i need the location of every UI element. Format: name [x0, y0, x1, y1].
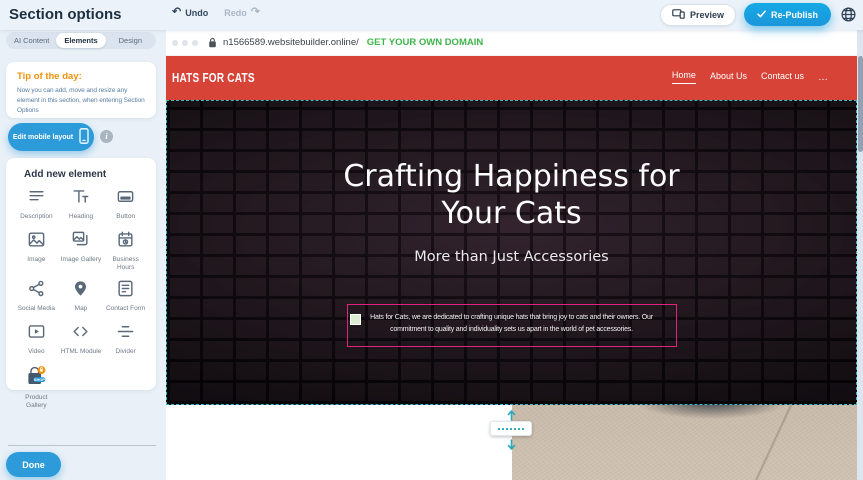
image-icon	[27, 230, 46, 254]
heading-icon	[71, 187, 90, 211]
add-element-panel: Add new element Description Heading Butt…	[6, 158, 156, 390]
lock-icon	[208, 37, 217, 48]
topbar: Section options ↶ Undo Redo ↷ Preview	[0, 0, 863, 30]
nav-home[interactable]: Home	[672, 70, 696, 84]
republish-button[interactable]: Re-Publish	[744, 3, 831, 26]
element-business-hours[interactable]: Business Hours	[103, 230, 148, 273]
button-icon	[116, 187, 135, 211]
site-header[interactable]: HATS FOR CATS Home About Us Contact us …	[166, 56, 857, 100]
contact-form-icon	[116, 279, 135, 303]
resize-arrow-up-icon	[507, 408, 516, 419]
element-contact-form[interactable]: Contact Form	[103, 279, 148, 316]
url-text[interactable]: n1566589.websitebuilder.online/	[223, 37, 359, 48]
element-html-module[interactable]: HTML Module	[59, 322, 104, 359]
map-pin-icon	[71, 279, 90, 303]
undo-button[interactable]: ↶ Undo	[172, 7, 208, 18]
language-globe-button[interactable]	[839, 6, 857, 24]
phone-icon	[79, 128, 89, 146]
tab-design[interactable]: Design	[106, 33, 155, 48]
topbar-actions: Preview Re-Publish	[660, 3, 857, 26]
element-map[interactable]: Map	[59, 279, 104, 316]
edit-mobile-layout-button[interactable]: Edit mobile layout	[8, 123, 94, 151]
scrollbar-track[interactable]	[857, 30, 863, 480]
divider-icon	[116, 322, 135, 346]
hero-subheading[interactable]: More than Just Accessories	[167, 249, 856, 265]
devices-icon	[672, 9, 685, 21]
description-icon	[27, 187, 46, 211]
hero-paragraph-selection[interactable]: Hats for Cats, we are dedicated to craft…	[347, 304, 677, 347]
tab-elements[interactable]: Elements	[56, 33, 105, 48]
preview-canvas: n1566589.websitebuilder.online/ GET YOUR…	[166, 30, 863, 480]
edit-mobile-label: Edit mobile layout	[13, 134, 73, 141]
redo-icon: ↷	[251, 7, 260, 18]
element-image[interactable]: Image	[14, 230, 59, 273]
element-button[interactable]: Button	[103, 187, 148, 224]
sidebar-divider	[8, 445, 156, 446]
history-controls: ↶ Undo Redo ↷	[172, 7, 260, 18]
hero-paragraph[interactable]: Hats for Cats, we are dedicated to craft…	[352, 312, 672, 337]
element-image-gallery[interactable]: Image Gallery	[59, 230, 104, 273]
element-video[interactable]: Video	[14, 322, 59, 359]
sidebar: AI Content Elements Design Tip of the da…	[0, 30, 166, 480]
section-resize-handle[interactable]	[490, 421, 532, 436]
hero-heading[interactable]: Crafting Happiness for Your Cats	[322, 159, 702, 233]
check-icon	[757, 10, 766, 20]
redo-label: Redo	[224, 8, 247, 18]
undo-icon: ↶	[172, 7, 181, 18]
app-window: Section options ↶ Undo Redo ↷ Preview	[0, 0, 863, 480]
site-logo[interactable]: HATS FOR CATS	[172, 71, 255, 85]
code-icon	[71, 322, 90, 346]
info-icon: i	[105, 132, 107, 141]
element-product-gallery[interactable]: SHOP Product Gallery	[14, 365, 59, 411]
tip-title: Tip of the day:	[17, 71, 145, 82]
element-drag-handle[interactable]	[350, 314, 361, 325]
element-grid: Description Heading Button Image Image G…	[14, 187, 148, 411]
page-title: Section options	[9, 6, 122, 23]
image-gallery-icon	[71, 230, 90, 254]
product-gallery-icon: SHOP	[23, 365, 49, 392]
grip-dots-icon	[498, 428, 524, 430]
pavement-image	[512, 405, 857, 480]
get-own-domain-link[interactable]: GET YOUR OWN DOMAIN	[367, 37, 483, 48]
element-divider[interactable]: Divider	[103, 322, 148, 359]
element-heading[interactable]: Heading	[59, 187, 104, 224]
sidebar-tabs: AI Content Elements Design	[6, 32, 156, 49]
hero-section[interactable]: Crafting Happiness for Your Cats More th…	[166, 100, 857, 405]
republish-label: Re-Publish	[771, 10, 818, 20]
tip-body: Now you can add, move and resize any ele…	[17, 86, 145, 116]
shop-badge: SHOP	[34, 377, 45, 382]
nav-contact-us[interactable]: Contact us	[761, 71, 804, 84]
redo-button[interactable]: Redo ↷	[224, 7, 260, 18]
element-description[interactable]: Description	[14, 187, 59, 224]
preview-label: Preview	[690, 10, 724, 20]
info-button[interactable]: i	[100, 130, 113, 143]
scrollbar-thumb[interactable]	[858, 56, 863, 152]
globe-icon	[840, 6, 857, 23]
done-button[interactable]: Done	[6, 452, 61, 477]
video-icon	[27, 322, 46, 346]
tab-ai-content[interactable]: AI Content	[7, 33, 56, 48]
site-nav: Home About Us Contact us …	[672, 70, 829, 84]
element-social-media[interactable]: Social Media	[14, 279, 59, 316]
nav-more-menu[interactable]: …	[818, 72, 829, 83]
site-preview: HATS FOR CATS Home About Us Contact us ……	[166, 56, 857, 480]
resize-arrow-down-icon	[507, 437, 516, 448]
browser-chrome: n1566589.websitebuilder.online/ GET YOUR…	[166, 30, 857, 56]
business-hours-icon	[116, 230, 135, 254]
tip-of-the-day-card: Tip of the day: Now you can add, move an…	[6, 62, 156, 118]
undo-label: Undo	[185, 8, 208, 18]
preview-button[interactable]: Preview	[660, 4, 736, 26]
add-element-title: Add new element	[24, 169, 148, 180]
social-media-icon	[27, 279, 46, 303]
window-dots-icon	[172, 40, 198, 46]
nav-about-us[interactable]: About Us	[710, 71, 747, 84]
